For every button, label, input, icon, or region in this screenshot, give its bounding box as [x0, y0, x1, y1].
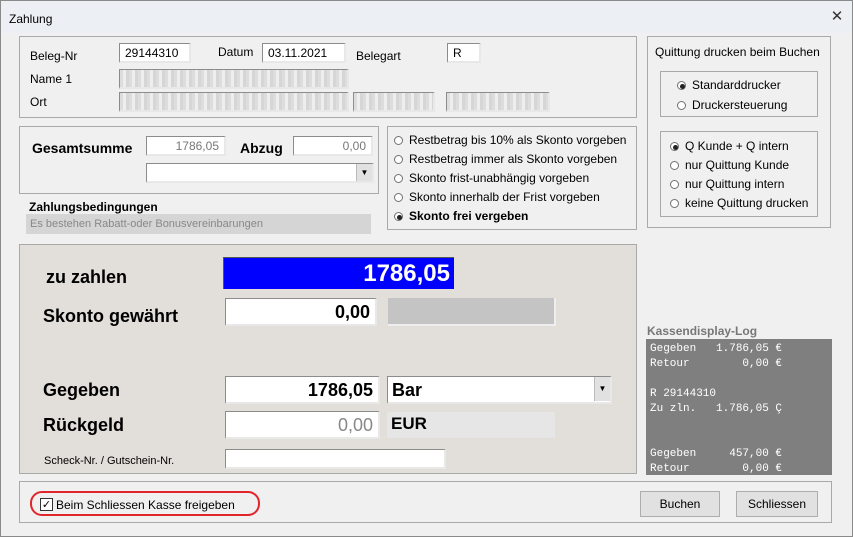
- radio-icon[interactable]: [670, 161, 679, 170]
- radio-icon[interactable]: [670, 180, 679, 189]
- rueckgeld-field: 0,00: [225, 411, 380, 439]
- skonto-options-panel: Restbetrag bis 10% als Skonto vorgeben R…: [387, 126, 637, 230]
- log-line: Gegeben 457,00 €: [650, 448, 783, 460]
- abzug-label: Abzug: [240, 140, 283, 156]
- zahlart-value: Bar: [392, 380, 423, 400]
- quittung-typ-group: Q Kunde + Q intern nur Quittung Kunde nu…: [660, 131, 818, 217]
- skonto-option-label: Restbetrag bis 10% als Skonto vorgeben: [409, 133, 627, 147]
- gegeben-label: Gegeben: [43, 380, 121, 400]
- gesamtsumme-label: Gesamtsumme: [32, 140, 133, 156]
- log-line: Retour 0,00 €: [650, 358, 783, 370]
- skonto-info-field: [388, 298, 556, 326]
- log-line: R 29144310: [650, 388, 717, 400]
- ort-label: Ort: [30, 95, 47, 109]
- skonto-option-label: Restbetrag immer als Skonto vorgeben: [409, 152, 618, 166]
- radio-icon[interactable]: [394, 174, 403, 183]
- radio-icon[interactable]: [677, 101, 686, 110]
- close-icon[interactable]: ✕: [826, 7, 848, 27]
- drucker-option-label: Druckersteuerung: [692, 98, 788, 112]
- quittung-typ-label: Q Kunde + Q intern: [685, 139, 789, 153]
- radio-icon[interactable]: [394, 136, 403, 145]
- skonto-gewaehrt-field[interactable]: 0,00: [225, 298, 377, 326]
- beleg-panel: Beleg-Nr 29144310 Datum 03.11.2021 Beleg…: [19, 36, 637, 118]
- radio-icon[interactable]: [670, 142, 679, 151]
- zahlungsbedingungen-text: Es bestehen Rabatt-oder Bonusvereinbarun…: [26, 214, 371, 234]
- radio-icon[interactable]: [394, 193, 403, 202]
- chevron-down-icon[interactable]: ▼: [594, 377, 610, 401]
- waehrung-field: EUR: [387, 412, 555, 438]
- payment-window: Zahlung ✕ Beleg-Nr 29144310 Datum 03.11.…: [0, 0, 853, 537]
- name-field[interactable]: [119, 69, 349, 89]
- quittung-panel: Quittung drucken beim Buchen Standarddru…: [647, 36, 831, 228]
- beleg-nr-field[interactable]: 29144310: [119, 43, 191, 63]
- drucker-group: Standarddrucker Druckersteuerung: [660, 71, 818, 117]
- name-label: Name 1: [30, 72, 73, 86]
- footer-panel: ✓ Beim Schliessen Kasse freigeben Buchen…: [19, 481, 832, 523]
- log-line: Retour 0,00 €: [650, 463, 783, 475]
- belegart-field[interactable]: R: [447, 43, 481, 63]
- skonto-option-label: Skonto innerhalb der Frist vorgeben: [409, 190, 600, 204]
- buchen-button[interactable]: Buchen: [640, 491, 720, 517]
- radio-icon[interactable]: [677, 81, 686, 90]
- ort-field[interactable]: [119, 92, 349, 112]
- kassendisplay-log: Gegeben 1.786,05 € Retour 0,00 € R 29144…: [646, 339, 832, 475]
- quittung-typ-label: nur Quittung intern: [685, 177, 785, 191]
- quittung-typ-label: keine Quittung drucken: [685, 196, 809, 210]
- datum-field[interactable]: 03.11.2021: [262, 43, 346, 63]
- skonto-option-label: Skonto frei vergeben: [409, 209, 529, 223]
- kasse-freigeben-checkbox[interactable]: ✓: [40, 498, 53, 511]
- zu-zahlen-display: 1786,05: [223, 257, 454, 289]
- kasse-freigeben-label[interactable]: Beim Schliessen Kasse freigeben: [56, 498, 235, 512]
- summen-panel: Gesamtsumme 1786,05 Abzug 0,00 ▼: [19, 126, 379, 194]
- scheck-label: Scheck-Nr. / Gutschein-Nr.: [44, 455, 175, 467]
- gesamtsumme-field[interactable]: 1786,05: [146, 136, 226, 156]
- gegeben-field[interactable]: 1786,05: [225, 376, 380, 404]
- scheck-field[interactable]: [225, 449, 446, 469]
- radio-icon[interactable]: [394, 212, 403, 221]
- plz-field[interactable]: [353, 92, 435, 112]
- kassendisplay-label: Kassendisplay-Log: [647, 324, 758, 338]
- schliessen-button[interactable]: Schliessen: [736, 491, 818, 517]
- log-line: Gegeben 1.786,05 €: [650, 343, 783, 355]
- quittung-title: Quittung drucken beim Buchen: [655, 45, 820, 59]
- zahlungsbedingungen-label: Zahlungsbedingungen: [29, 200, 158, 214]
- title-bar: Zahlung ✕: [1, 1, 852, 33]
- quittung-typ-label: nur Quittung Kunde: [685, 158, 790, 172]
- chevron-down-icon[interactable]: ▼: [356, 164, 372, 181]
- belegart-label: Belegart: [356, 49, 401, 63]
- zu-zahlen-label: zu zahlen: [46, 267, 128, 287]
- land-field[interactable]: [446, 92, 550, 112]
- skonto-option-label: Skonto frist-unabhängig vorgeben: [409, 171, 590, 185]
- datum-label: Datum: [218, 45, 254, 59]
- zahlung-panel: zu zahlen 1786,05 Skonto gewährt 0,00 Ge…: [19, 244, 637, 474]
- abzug-field[interactable]: 0,00: [293, 136, 373, 156]
- beleg-nr-label: Beleg-Nr: [30, 49, 78, 63]
- drucker-option-label: Standarddrucker: [692, 78, 781, 92]
- zahlart-select[interactable]: Bar ▼: [387, 376, 612, 404]
- log-line: Zu zln. 1.786,05 Ç: [650, 403, 783, 415]
- window-title: Zahlung: [9, 12, 53, 26]
- radio-icon[interactable]: [394, 155, 403, 164]
- radio-icon[interactable]: [670, 199, 679, 208]
- skonto-select[interactable]: ▼: [146, 163, 374, 183]
- skonto-gewaehrt-label: Skonto gewährt: [43, 306, 179, 326]
- rueckgeld-label: Rückgeld: [43, 415, 125, 435]
